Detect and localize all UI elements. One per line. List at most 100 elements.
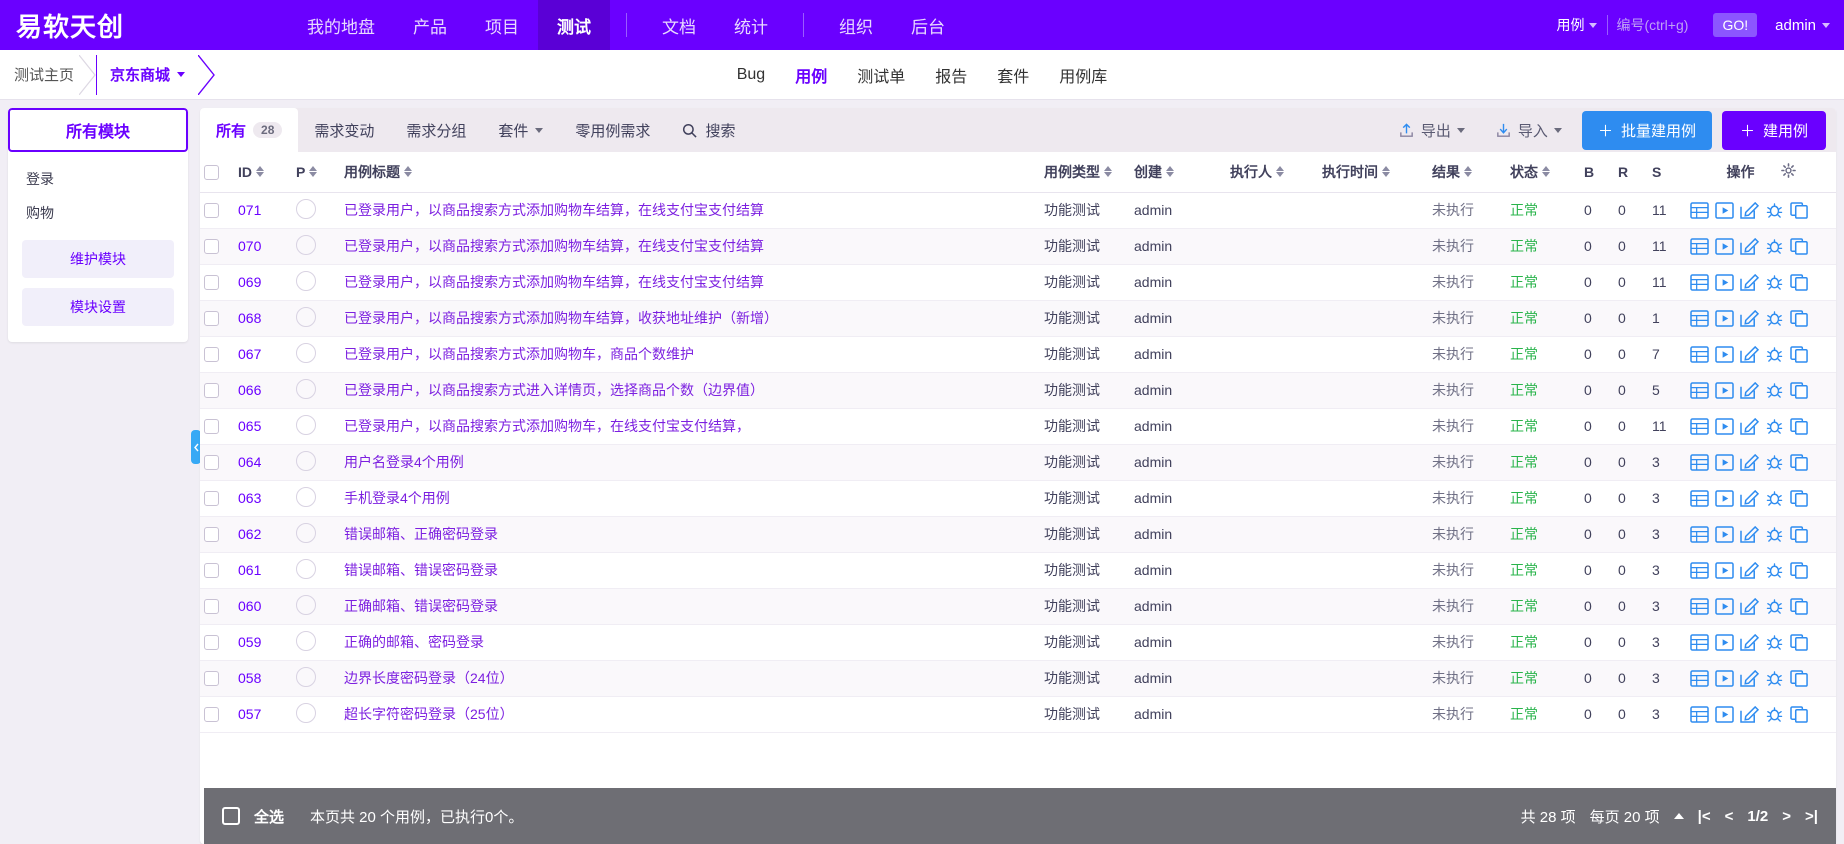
case-title-link[interactable]: 已登录用户，以商品搜索方式添加购物车，商品个数维护: [344, 346, 694, 362]
cell-title[interactable]: 错误邮箱、错误密码登录: [340, 552, 1040, 589]
user-menu[interactable]: admin: [1775, 17, 1830, 34]
table-row[interactable]: 057 超长字符密码登录（25位） 功能测试 admin 未执行 正常 0 0 3: [200, 696, 1836, 733]
sort-icon[interactable]: [1166, 166, 1174, 178]
app-logo[interactable]: 易软天创: [0, 0, 138, 50]
edit-case-icon[interactable]: [1740, 273, 1760, 291]
run-case-icon[interactable]: [1715, 381, 1734, 399]
table-row[interactable]: 063 手机登录4个用例 功能测试 admin 未执行 正常 0 0 3: [200, 480, 1836, 517]
case-detail-icon[interactable]: [1690, 669, 1709, 687]
case-title-link[interactable]: 超长字符密码登录（25位）: [344, 706, 514, 722]
create-bug-icon[interactable]: [1765, 490, 1784, 507]
cell-title[interactable]: 已登录用户，以商品搜索方式进入详情页，选择商品个数（边界值）: [340, 372, 1040, 409]
case-title-link[interactable]: 正确邮箱、错误密码登录: [344, 598, 498, 614]
cell-title[interactable]: 手机登录4个用例: [340, 480, 1040, 517]
row-checkbox[interactable]: [204, 599, 219, 615]
case-title-link[interactable]: 正确的邮箱、密码登录: [344, 634, 484, 650]
table-row[interactable]: 060 正确邮箱、错误密码登录 功能测试 admin 未执行 正常 0 0 3: [200, 588, 1836, 625]
row-checkbox[interactable]: [204, 491, 219, 507]
create-bug-icon[interactable]: [1765, 634, 1784, 651]
edit-case-icon[interactable]: [1740, 201, 1760, 219]
copy-case-icon[interactable]: [1790, 597, 1809, 615]
filter-tab-suite[interactable]: 套件: [482, 108, 559, 152]
copy-case-icon[interactable]: [1790, 561, 1809, 579]
row-select-cell[interactable]: [200, 372, 234, 409]
run-case-icon[interactable]: [1715, 453, 1734, 471]
table-row[interactable]: 061 错误邮箱、错误密码登录 功能测试 admin 未执行 正常 0 0 3: [200, 552, 1836, 589]
create-bug-icon[interactable]: [1765, 202, 1784, 219]
case-title-link[interactable]: 已登录用户，以商品搜索方式添加购物车结算，在线支付宝支付结算: [344, 238, 764, 254]
row-select-cell[interactable]: [200, 624, 234, 661]
nav-item-org[interactable]: 组织: [820, 0, 892, 50]
case-title-link[interactable]: 已登录用户，以商品搜索方式添加购物车，在线支付宝支付结算，: [344, 418, 750, 434]
run-case-icon[interactable]: [1715, 345, 1734, 363]
row-checkbox[interactable]: [204, 671, 219, 687]
case-detail-icon[interactable]: [1690, 237, 1709, 255]
table-row[interactable]: 070 已登录用户，以商品搜索方式添加购物车结算，在线支付宝支付结算 功能测试 adm…: [200, 228, 1836, 265]
col-title[interactable]: 用例标题: [340, 152, 1040, 193]
edit-case-icon[interactable]: [1740, 597, 1760, 615]
toolbar-search-button[interactable]: 搜索: [666, 120, 751, 141]
col-pri[interactable]: P: [292, 152, 340, 193]
cell-title[interactable]: 错误邮箱、正确密码登录: [340, 516, 1040, 553]
table-row[interactable]: 066 已登录用户，以商品搜索方式进入详情页，选择商品个数（边界值） 功能测试 adm…: [200, 372, 1836, 409]
cell-id[interactable]: 067: [234, 336, 292, 373]
row-select-cell[interactable]: [200, 516, 234, 553]
copy-case-icon[interactable]: [1790, 417, 1809, 435]
nav-item-admin[interactable]: 后台: [892, 0, 964, 50]
copy-case-icon[interactable]: [1790, 237, 1809, 255]
select-all-checkbox[interactable]: [222, 807, 240, 825]
nav-item-product[interactable]: 产品: [394, 0, 466, 50]
last-page-button[interactable]: >|: [1805, 808, 1818, 825]
run-case-icon[interactable]: [1715, 705, 1734, 723]
sort-icon[interactable]: [1382, 166, 1390, 178]
row-select-cell[interactable]: [200, 336, 234, 373]
sort-icon[interactable]: [1464, 166, 1472, 178]
edit-case-icon[interactable]: [1740, 669, 1760, 687]
case-title-link[interactable]: 错误邮箱、错误密码登录: [344, 562, 498, 578]
row-select-cell[interactable]: [200, 264, 234, 301]
case-title-link[interactable]: 边界长度密码登录（24位）: [344, 670, 514, 686]
edit-case-icon[interactable]: [1740, 705, 1760, 723]
table-row[interactable]: 059 正确的邮箱、密码登录 功能测试 admin 未执行 正常 0 0 3: [200, 624, 1836, 661]
copy-case-icon[interactable]: [1790, 489, 1809, 507]
case-detail-icon[interactable]: [1690, 201, 1709, 219]
nav-item-project[interactable]: 项目: [466, 0, 538, 50]
table-row[interactable]: 071 已登录用户，以商品搜索方式添加购物车结算，在线支付宝支付结算 功能测试 adm…: [200, 192, 1836, 229]
copy-case-icon[interactable]: [1790, 381, 1809, 399]
case-detail-icon[interactable]: [1690, 417, 1709, 435]
cell-title[interactable]: 正确的邮箱、密码登录: [340, 624, 1040, 661]
table-row[interactable]: 068 已登录用户，以商品搜索方式添加购物车结算，收获地址维护（新增） 功能测试 ad…: [200, 300, 1836, 337]
cell-title[interactable]: 用户名登录4个用例: [340, 444, 1040, 481]
case-table-container[interactable]: ID P 用例标题 用例类型 创建 执行人 执行时间 结果 状态 B R S 操…: [200, 152, 1836, 844]
create-bug-icon[interactable]: [1765, 310, 1784, 327]
copy-case-icon[interactable]: [1790, 273, 1809, 291]
edit-case-icon[interactable]: [1740, 525, 1760, 543]
cell-id[interactable]: 069: [234, 264, 292, 301]
quick-search-input[interactable]: [1608, 17, 1714, 33]
import-button[interactable]: 导入: [1485, 115, 1572, 146]
cell-id[interactable]: 062: [234, 516, 292, 553]
breadcrumb-item-test-home[interactable]: 测试主页: [0, 54, 97, 95]
create-bug-icon[interactable]: [1765, 670, 1784, 687]
case-title-link[interactable]: 已登录用户，以商品搜索方式添加购物车结算，收获地址维护（新增）: [344, 310, 778, 326]
header-checkbox[interactable]: [204, 165, 219, 181]
create-bug-icon[interactable]: [1765, 526, 1784, 543]
create-case-button[interactable]: ＋ 建用例: [1721, 110, 1826, 150]
case-detail-icon[interactable]: [1690, 345, 1709, 363]
cell-id[interactable]: 059: [234, 624, 292, 661]
cell-id[interactable]: 070: [234, 228, 292, 265]
table-row[interactable]: 065 已登录用户，以商品搜索方式添加购物车，在线支付宝支付结算， 功能测试 admi…: [200, 408, 1836, 445]
cell-id[interactable]: 071: [234, 192, 292, 229]
row-checkbox[interactable]: [204, 239, 219, 255]
nav-item-doc[interactable]: 文档: [643, 0, 715, 50]
row-select-cell[interactable]: [200, 480, 234, 517]
row-checkbox[interactable]: [204, 527, 219, 543]
tab-case[interactable]: 用例: [795, 63, 827, 87]
row-checkbox[interactable]: [204, 455, 219, 471]
run-case-icon[interactable]: [1715, 489, 1734, 507]
filter-tab-story-group[interactable]: 需求分组: [390, 108, 482, 152]
cell-title[interactable]: 已登录用户，以商品搜索方式添加购物车，商品个数维护: [340, 336, 1040, 373]
row-checkbox[interactable]: [204, 203, 219, 219]
case-detail-icon[interactable]: [1690, 381, 1709, 399]
copy-case-icon[interactable]: [1790, 453, 1809, 471]
